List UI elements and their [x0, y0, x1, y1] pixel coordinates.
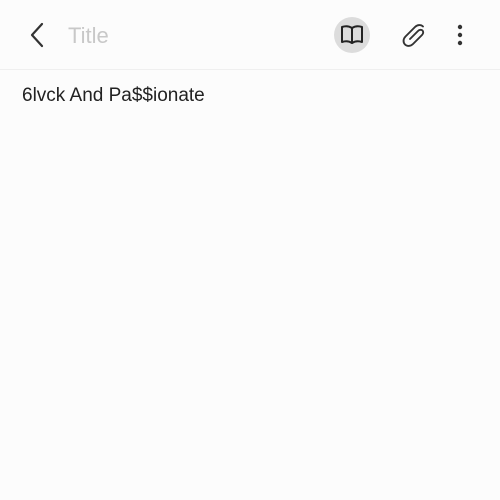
open-book-icon	[340, 24, 364, 46]
more-vertical-icon	[457, 24, 463, 46]
note-toolbar	[0, 0, 500, 70]
chevron-left-icon	[28, 21, 48, 49]
note-editor-screen: 6lvck And Pa$$ionate	[0, 0, 500, 500]
back-button[interactable]	[20, 15, 56, 55]
more-options-button[interactable]	[446, 17, 474, 53]
reading-mode-button[interactable]	[334, 17, 370, 53]
paperclip-icon	[401, 22, 427, 48]
note-body-text[interactable]: 6lvck And Pa$$ionate	[22, 84, 478, 108]
attach-button[interactable]	[396, 17, 432, 53]
title-input[interactable]	[68, 18, 308, 54]
